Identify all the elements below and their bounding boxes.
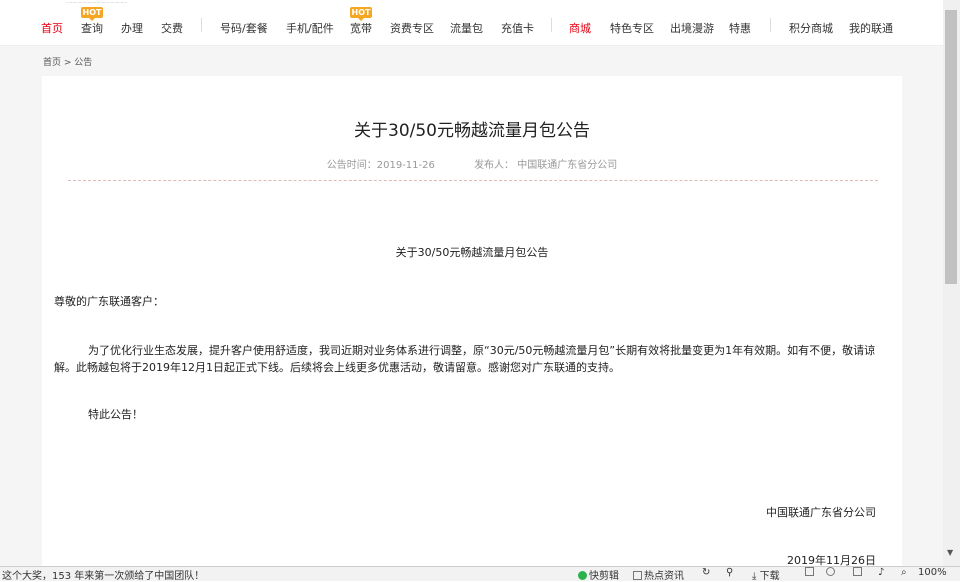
refresh-icon[interactable]: ↻: [702, 567, 710, 578]
scroll-down-arrow-icon[interactable]: ▼: [947, 548, 953, 557]
article-meta: 公告时间：2019-11-26 发布人： 中国联通广东省分公司: [42, 156, 902, 171]
nav-special-offer[interactable]: 特惠: [729, 20, 751, 36]
nav-phone-accessories[interactable]: 手机/配件: [286, 20, 334, 36]
nav-query[interactable]: 查询: [81, 20, 103, 36]
nav-special-zone[interactable]: 特色专区: [610, 20, 654, 36]
nav-roaming[interactable]: 出境漫游: [670, 20, 714, 36]
quick-clip-label: 快剪辑: [589, 571, 619, 582]
article-signoff: 中国联通广东省分公司: [766, 506, 876, 519]
nav-points-mall[interactable]: 积分商城: [789, 20, 833, 36]
hot-news-label: 热点资讯: [644, 571, 684, 582]
publish-time: 公告时间：2019-11-26: [326, 160, 435, 171]
page-title: 关于30/50元畅越流量月包公告: [354, 121, 590, 141]
nav-mall[interactable]: 商城: [569, 20, 591, 36]
article-date: 2019年11月26日: [787, 554, 876, 566]
nav-number-plan[interactable]: 号码/套餐: [220, 20, 268, 36]
scroll-thumb[interactable]: [945, 10, 957, 284]
camera-circle-icon: [826, 567, 835, 576]
window-box-icon: [805, 567, 814, 576]
nav-pay[interactable]: 交费: [161, 20, 183, 36]
nav-tariff[interactable]: 资费专区: [390, 20, 434, 36]
article-subtitle: 关于30/50元畅越流量月包公告: [395, 246, 549, 259]
nav-my-unicom[interactable]: 我的联通: [849, 20, 893, 36]
article-body: 为了优化行业生态发展，提升客户使用舒适度，我司近期对业务体系进行调整，原“30元…: [54, 344, 876, 374]
pin-icon[interactable]: ⚲: [726, 567, 733, 578]
article-greeting: 尊敬的广东联通客户：: [54, 295, 164, 308]
download-icon: ⤓: [752, 571, 757, 582]
nav-data-pack[interactable]: 流量包: [450, 20, 483, 36]
nav-broadband[interactable]: 宽带: [350, 20, 372, 36]
window-icon[interactable]: [805, 567, 816, 578]
zoom-level[interactable]: 100%: [918, 567, 947, 578]
camera-icon[interactable]: [826, 567, 837, 578]
article-closing: 特此公告！: [88, 408, 143, 421]
top-navigation: ········································…: [0, 0, 943, 46]
nav-recharge-card[interactable]: 充值卡: [501, 20, 534, 36]
breadcrumb[interactable]: 首页 > 公告: [43, 55, 92, 68]
nav-home[interactable]: 首页: [41, 20, 63, 36]
volume-icon[interactable]: ♪: [878, 567, 884, 578]
download-label: 下载: [759, 571, 780, 582]
zoom-icon[interactable]: ⌕: [901, 567, 907, 578]
nav-separator: [201, 18, 202, 32]
layout-box-icon: [853, 567, 862, 576]
nav-handle[interactable]: 办理: [121, 20, 143, 36]
dashed-divider: [68, 180, 878, 181]
nav-separator: [770, 18, 771, 32]
announcement-card: 关于30/50元畅越流量月包公告 公告时间：2019-11-26 发布人： 中国…: [42, 76, 902, 566]
nav-hot-badge: HOT: [350, 7, 372, 21]
nav-separator: [551, 18, 552, 32]
browser-page: ········································…: [0, 0, 943, 566]
status-bar: 这个大奖，153 年来第一次颁给了中国团队！ 快剪辑 热点资讯 ↻ ⚲ ⤓ 下载…: [0, 566, 960, 582]
publisher: 发布人： 中国联通广东省分公司: [474, 160, 618, 171]
vertical-scrollbar[interactable]: ▼: [943, 0, 960, 566]
header-fine-print: ········································…: [66, 0, 128, 5]
layout-icon[interactable]: [853, 567, 864, 578]
quick-clip-icon: [578, 571, 587, 580]
news-icon: [633, 571, 642, 580]
nav-hot-badge: HOT: [81, 7, 103, 21]
